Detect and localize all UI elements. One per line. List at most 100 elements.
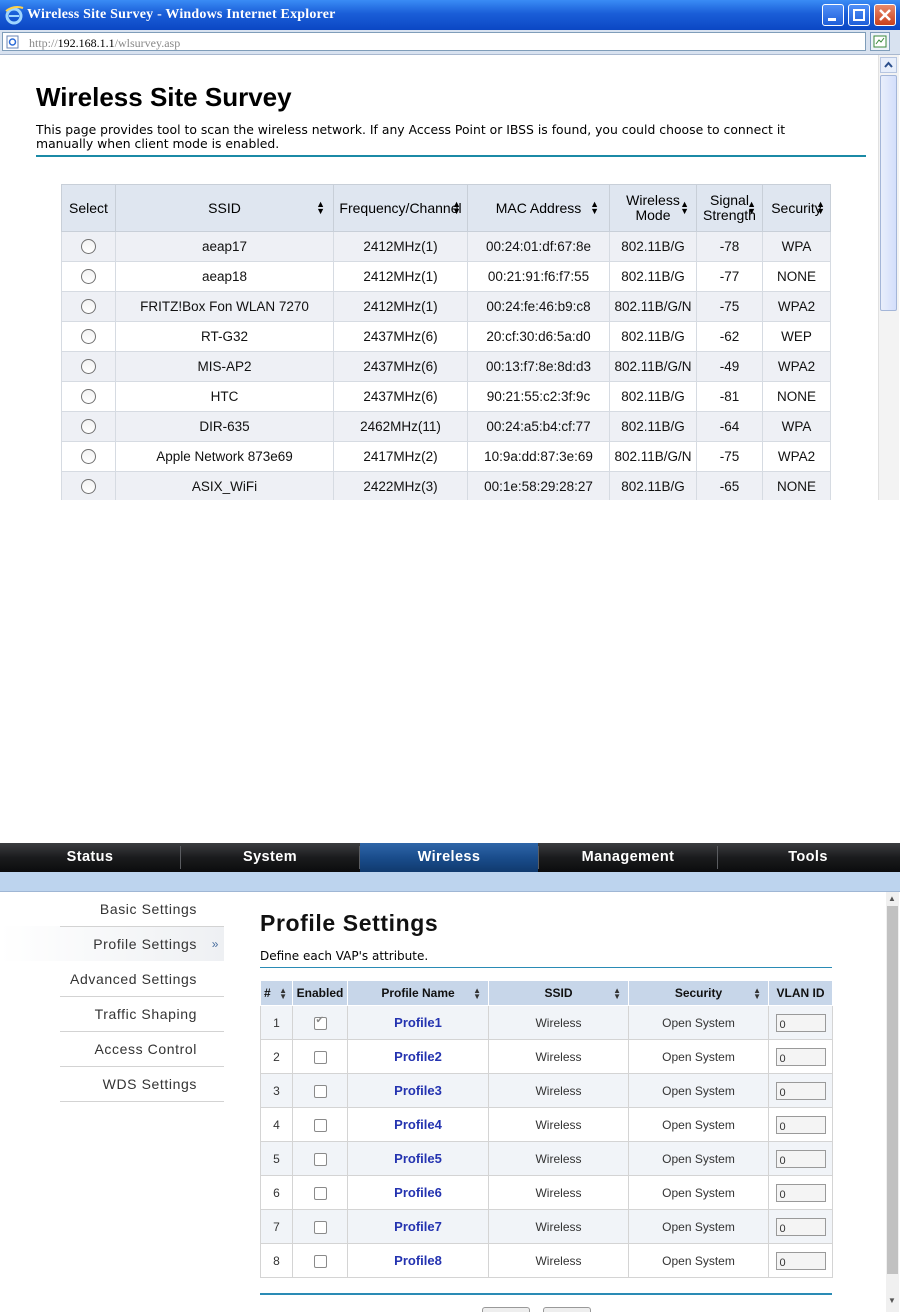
- select-cell[interactable]: [61, 351, 116, 382]
- column-header-security[interactable]: Security ▲ ▼: [762, 184, 831, 232]
- tab-status[interactable]: Status: [0, 843, 180, 872]
- table-row[interactable]: aeap18 2412MHz(1) 00:21:91:f6:f7:55 802.11B…: [61, 261, 831, 292]
- enabled-checkbox[interactable]: [313, 1152, 327, 1166]
- table-row[interactable]: aeap17 2412MHz(1) 00:24:01:df:67:8e 802.11B…: [61, 231, 831, 262]
- vlan-id-input[interactable]: 0: [775, 1183, 826, 1202]
- sidebar-item-access-control[interactable]: Access Control: [60, 1032, 224, 1067]
- cell-enabled[interactable]: [292, 1141, 348, 1176]
- enabled-checkbox[interactable]: [313, 1050, 327, 1064]
- table-row[interactable]: MIS-AP2 2437MHz(6) 00:13:f7:8e:8d:d3 802.11…: [61, 351, 831, 382]
- profile-link[interactable]: Profile3: [394, 1083, 442, 1098]
- cancel-button[interactable]: [543, 1307, 591, 1312]
- enabled-checkbox[interactable]: [313, 1220, 327, 1234]
- select-radio[interactable]: [81, 329, 96, 345]
- cell-profile-name[interactable]: Profile2: [347, 1039, 489, 1074]
- sidebar-item-profile-settings[interactable]: Profile Settings»: [60, 927, 224, 961]
- vlan-id-input[interactable]: 0: [775, 1217, 826, 1236]
- sort-arrows-icon[interactable]: ▲ ▼: [452, 200, 461, 216]
- sidebar-item-basic-settings[interactable]: Basic Settings: [60, 892, 224, 927]
- cell-enabled[interactable]: [292, 1209, 348, 1244]
- profile-link[interactable]: Profile7: [394, 1219, 442, 1234]
- cell-profile-name[interactable]: Profile3: [347, 1073, 489, 1108]
- tab-management[interactable]: Management: [539, 843, 717, 872]
- sort-arrows-icon[interactable]: ▲ ▼: [316, 200, 325, 216]
- sidebar-item-wds-settings[interactable]: WDS Settings: [60, 1067, 224, 1102]
- column-header-number[interactable]: # ▲ ▼: [260, 980, 293, 1006]
- select-cell[interactable]: [61, 291, 116, 322]
- select-radio[interactable]: [81, 389, 96, 405]
- profile-link[interactable]: Profile6: [394, 1185, 442, 1200]
- column-header-mode[interactable]: Wireless Mode ▲ ▼: [609, 184, 697, 232]
- sidebar-item-traffic-shaping[interactable]: Traffic Shaping: [60, 997, 224, 1032]
- cell-enabled[interactable]: [292, 1243, 348, 1278]
- select-radio[interactable]: [81, 269, 96, 285]
- table-row[interactable]: DIR-635 2462MHz(11) 00:24:a5:b4:cf:77 802.1…: [61, 411, 831, 442]
- sort-arrows-icon[interactable]: ▲ ▼: [473, 987, 481, 1001]
- vlan-id-input[interactable]: 0: [775, 1081, 826, 1100]
- column-header-mac[interactable]: MAC Address ▲ ▼: [467, 184, 610, 232]
- vlan-id-input[interactable]: 0: [775, 1115, 826, 1134]
- select-cell[interactable]: [61, 441, 116, 472]
- select-cell[interactable]: [61, 261, 116, 292]
- scroll-thumb[interactable]: [880, 75, 897, 311]
- chevron-up-icon[interactable]: ▲: [888, 894, 896, 903]
- table-row[interactable]: RT-G32 2437MHz(6) 20:cf:30:d6:5a:d0 802.11B…: [61, 321, 831, 352]
- cell-enabled[interactable]: [292, 1175, 348, 1210]
- select-radio[interactable]: [81, 239, 96, 255]
- select-radio[interactable]: [81, 419, 96, 435]
- tab-tools[interactable]: Tools: [718, 843, 898, 872]
- select-cell[interactable]: [61, 471, 116, 500]
- table-row[interactable]: HTC 2437MHz(6) 90:21:55:c2:3f:9c 802.11B/G -…: [61, 381, 831, 412]
- select-cell[interactable]: [61, 321, 116, 352]
- vertical-scrollbar[interactable]: [878, 55, 899, 500]
- scroll-thumb[interactable]: [887, 906, 898, 1274]
- enabled-checkbox[interactable]: [313, 1015, 327, 1030]
- profile-link[interactable]: Profile2: [394, 1049, 442, 1064]
- column-header-signal[interactable]: Signal Strength ▲ ▼: [696, 184, 763, 232]
- enabled-checkbox[interactable]: [313, 1118, 327, 1132]
- table-row[interactable]: FRITZ!Box Fon WLAN 7270 2412MHz(1) 00:24:f…: [61, 291, 831, 322]
- profile-link[interactable]: Profile1: [394, 1015, 442, 1030]
- sort-arrows-icon[interactable]: ▲ ▼: [753, 987, 761, 1001]
- chevron-down-icon[interactable]: ▼: [888, 1296, 896, 1305]
- vertical-scrollbar[interactable]: ▲ ▼: [886, 892, 899, 1312]
- sort-arrows-icon[interactable]: ▲ ▼: [590, 200, 599, 216]
- select-radio[interactable]: [81, 299, 96, 315]
- table-row[interactable]: Apple Network 873e69 2417MHz(2) 10:9a:dd:8…: [61, 441, 831, 472]
- sort-arrows-icon[interactable]: ▲ ▼: [816, 200, 825, 216]
- vlan-id-input[interactable]: 0: [775, 1047, 826, 1066]
- cell-enabled[interactable]: [292, 1039, 348, 1074]
- select-radio[interactable]: [81, 449, 96, 465]
- cell-profile-name[interactable]: Profile4: [347, 1107, 489, 1142]
- vlan-id-input[interactable]: 0: [775, 1013, 826, 1032]
- cell-profile-name[interactable]: Profile8: [347, 1243, 489, 1278]
- tab-wireless[interactable]: Wireless: [360, 843, 538, 872]
- sort-arrows-icon[interactable]: ▲ ▼: [279, 987, 287, 1001]
- enabled-checkbox[interactable]: [313, 1084, 327, 1098]
- compatibility-view-button[interactable]: [870, 32, 890, 51]
- profile-link[interactable]: Profile4: [394, 1117, 442, 1132]
- select-radio[interactable]: [81, 359, 96, 375]
- column-header-ssid[interactable]: SSID ▲ ▼: [115, 184, 334, 232]
- cell-enabled[interactable]: [292, 1107, 348, 1142]
- cell-profile-name[interactable]: Profile1: [347, 1005, 489, 1040]
- column-header-profile-name[interactable]: Profile Name ▲ ▼: [347, 980, 489, 1006]
- sort-arrows-icon[interactable]: ▲ ▼: [680, 200, 689, 216]
- cell-profile-name[interactable]: Profile7: [347, 1209, 489, 1244]
- sort-arrows-icon[interactable]: ▲ ▼: [747, 200, 756, 216]
- cell-profile-name[interactable]: Profile5: [347, 1141, 489, 1176]
- address-field[interactable]: http://192.168.1.1/wlsurvey.asp: [2, 32, 866, 51]
- cell-profile-name[interactable]: Profile6: [347, 1175, 489, 1210]
- select-cell[interactable]: [61, 231, 116, 262]
- apply-button[interactable]: [482, 1307, 530, 1312]
- close-button[interactable]: [874, 4, 896, 26]
- enabled-checkbox[interactable]: [313, 1254, 327, 1268]
- enabled-checkbox[interactable]: [313, 1186, 327, 1200]
- vlan-id-input[interactable]: 0: [775, 1149, 826, 1168]
- maximize-button[interactable]: [848, 4, 870, 26]
- column-header-frequency[interactable]: Frequency/Channel ▲ ▼: [333, 184, 468, 232]
- select-cell[interactable]: [61, 411, 116, 442]
- select-radio[interactable]: [81, 479, 96, 495]
- table-row[interactable]: ASIX_WiFi 2422MHz(3) 00:1e:58:29:28:27 802.…: [61, 471, 831, 500]
- cell-enabled[interactable]: [292, 1005, 348, 1040]
